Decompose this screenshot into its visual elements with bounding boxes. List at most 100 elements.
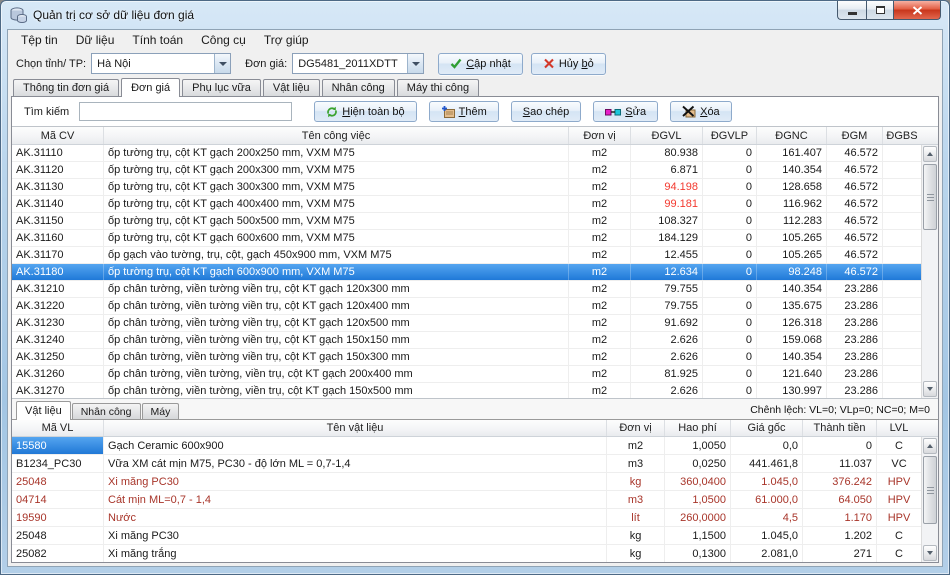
cell-gia-goc[interactable]: 61.000,0 [731,491,803,508]
cell-dgvl[interactable]: 108.327 [631,213,703,229]
cell-code[interactable]: AK.31210 [12,281,104,297]
pricelist-select[interactable]: DG5481_2011XDTT [292,53,424,74]
cell-dgvl[interactable]: 184.129 [631,230,703,246]
cell-gia-goc[interactable]: 2.081,0 [731,545,803,562]
cell-dgnc[interactable]: 105.265 [757,247,827,263]
cell-dgm[interactable]: 46.572 [827,162,883,178]
detail-tab-may[interactable]: Máy [142,403,180,419]
cell-name[interactable]: ốp chân tường, viền tường viền trụ, cột … [104,332,569,348]
table-row[interactable]: 15580 Gạch Ceramic 600x900 m2 1,0050 0,0… [12,437,921,455]
scroll-down-button[interactable] [923,545,937,561]
cell-dgvlp[interactable]: 0 [703,264,757,280]
cell-thanh-tien[interactable]: 64.050 [803,491,877,508]
cell-name[interactable]: Cát mịn ML=0,7 - 1,4 [104,491,607,508]
scroll-up-button[interactable] [923,438,937,454]
cell-name[interactable]: ốp tường trụ, cột KT gạch 600x900 mm, VX… [104,264,569,280]
cell-name[interactable]: ốp chân tường, viền tường viền trụ, cột … [104,281,569,297]
edit-button[interactable]: Sửa [593,101,658,122]
cell-name[interactable]: Vữa XM cát mịn M75, PC30 - độ lớn ML = 0… [104,455,607,472]
cell-dgnc[interactable]: 112.283 [757,213,827,229]
cell-unit[interactable]: m2 [569,383,631,398]
table-row[interactable]: AK.31130 ốp tường trụ, cột KT gạch 300x3… [12,179,921,196]
cell-gia-goc[interactable]: 4,5 [731,509,803,526]
cell-dgbs[interactable] [883,145,921,161]
cell-lvl[interactable]: HPV [877,473,921,490]
table-row[interactable]: 25048 Xi măng PC30 kg 360,0400 1.045,0 3… [12,473,921,491]
cell-name[interactable]: ốp tường trụ, cột KT gạch 300x300 mm, VX… [104,179,569,195]
cell-thanh-tien[interactable]: 11.037 [803,455,877,472]
cell-dgbs[interactable] [883,162,921,178]
cell-dgnc[interactable]: 121.640 [757,366,827,382]
cell-thanh-tien[interactable]: 1.170 [803,509,877,526]
table-row[interactable]: AK.31150 ốp tường trụ, cột KT gạch 500x5… [12,213,921,230]
cell-dgbs[interactable] [883,332,921,348]
cell-dgbs[interactable] [883,281,921,297]
cell-name[interactable]: Nước [104,509,607,526]
cell-unit[interactable]: kg [607,527,665,544]
cell-hao-phi[interactable]: 0,0250 [665,455,731,472]
cell-dgnc[interactable]: 128.658 [757,179,827,195]
tab-thong-tin-don-gia[interactable]: Thông tin đơn giá [13,79,119,96]
cell-dgnc[interactable]: 135.675 [757,298,827,314]
cell-gia-goc[interactable]: 441.461,8 [731,455,803,472]
tab-may-thi-cong[interactable]: Máy thi công [397,79,479,96]
col-header-dgbs[interactable]: ĐGBS [883,127,921,144]
cell-dgvl[interactable]: 12.634 [631,264,703,280]
cell-unit[interactable]: m3 [607,491,665,508]
cell-unit[interactable]: m2 [569,349,631,365]
show-all-button[interactable]: Hiện toàn bộ [314,101,416,122]
cell-dgbs[interactable] [883,179,921,195]
cell-dgvl[interactable]: 2.626 [631,349,703,365]
cell-dgbs[interactable] [883,196,921,212]
cell-unit[interactable]: m2 [569,196,631,212]
cell-dgvlp[interactable]: 0 [703,247,757,263]
cell-dgvlp[interactable]: 0 [703,349,757,365]
cell-lvl[interactable]: C [877,437,921,454]
cell-hao-phi[interactable]: 360,0400 [665,473,731,490]
cell-unit[interactable]: m2 [569,247,631,263]
scrollbar-thumb[interactable] [923,164,937,230]
cell-unit[interactable]: kg [607,545,665,562]
update-button[interactable]: Cập nhật [438,53,523,75]
cell-dgvl[interactable]: 2.626 [631,383,703,398]
cell-code[interactable]: AK.31170 [12,247,104,263]
table-row[interactable]: AK.31250 ốp chân tường, viền tường viền … [12,349,921,366]
main-table-scrollbar[interactable] [921,145,938,398]
table-row[interactable]: AK.31270 ốp chân tường, viền tường, viền… [12,383,921,398]
cell-gia-goc[interactable]: 1.045,0 [731,527,803,544]
cell-hao-phi[interactable]: 1,0500 [665,491,731,508]
cell-unit[interactable]: lít [607,509,665,526]
cell-lvl[interactable]: C [877,527,921,544]
cell-lvl[interactable]: HPV [877,509,921,526]
cell-code[interactable]: AK.31150 [12,213,104,229]
table-row[interactable]: 19590 Nước lít 260,0000 4,5 1.170 HPV [12,509,921,527]
cell-lvl[interactable]: C [877,545,921,562]
detail-tab-nhan-cong[interactable]: Nhân công [72,403,141,419]
cell-dgnc[interactable]: 140.354 [757,281,827,297]
table-row[interactable]: AK.31140 ốp tường trụ, cột KT gạch 400x4… [12,196,921,213]
cell-dgvlp[interactable]: 0 [703,196,757,212]
cell-code[interactable]: B1234_PC30 [12,455,104,472]
cell-dgbs[interactable] [883,383,921,398]
table-row[interactable]: AK.31170 ốp gạch vào tường, trụ, cột, gạ… [12,247,921,264]
cell-dgm[interactable]: 23.286 [827,383,883,398]
table-row[interactable]: AK.31230 ốp chân tường, viền tường viền … [12,315,921,332]
cell-dgbs[interactable] [883,315,921,331]
cell-thanh-tien[interactable]: 0 [803,437,877,454]
cell-unit[interactable]: m2 [569,281,631,297]
cell-unit[interactable]: m3 [607,455,665,472]
cell-dgnc[interactable]: 126.318 [757,315,827,331]
cell-code[interactable]: AK.31110 [12,145,104,161]
province-dropdown-button[interactable] [214,54,230,73]
cell-dgm[interactable]: 46.572 [827,196,883,212]
cell-name[interactable]: ốp tường trụ, cột KT gạch 400x400 mm, VX… [104,196,569,212]
add-button[interactable]: Thêm [429,101,499,122]
cell-dgvl[interactable]: 12.455 [631,247,703,263]
scroll-down-button[interactable] [923,381,937,397]
col-header-dgnc[interactable]: ĐGNC [757,127,827,144]
cell-dgm[interactable]: 46.572 [827,230,883,246]
menu-item-tools[interactable]: Công cụ [192,31,255,49]
col-header-don-vi[interactable]: Đơn vị [607,420,665,436]
cell-dgvlp[interactable]: 0 [703,179,757,195]
cell-unit[interactable]: m2 [569,298,631,314]
